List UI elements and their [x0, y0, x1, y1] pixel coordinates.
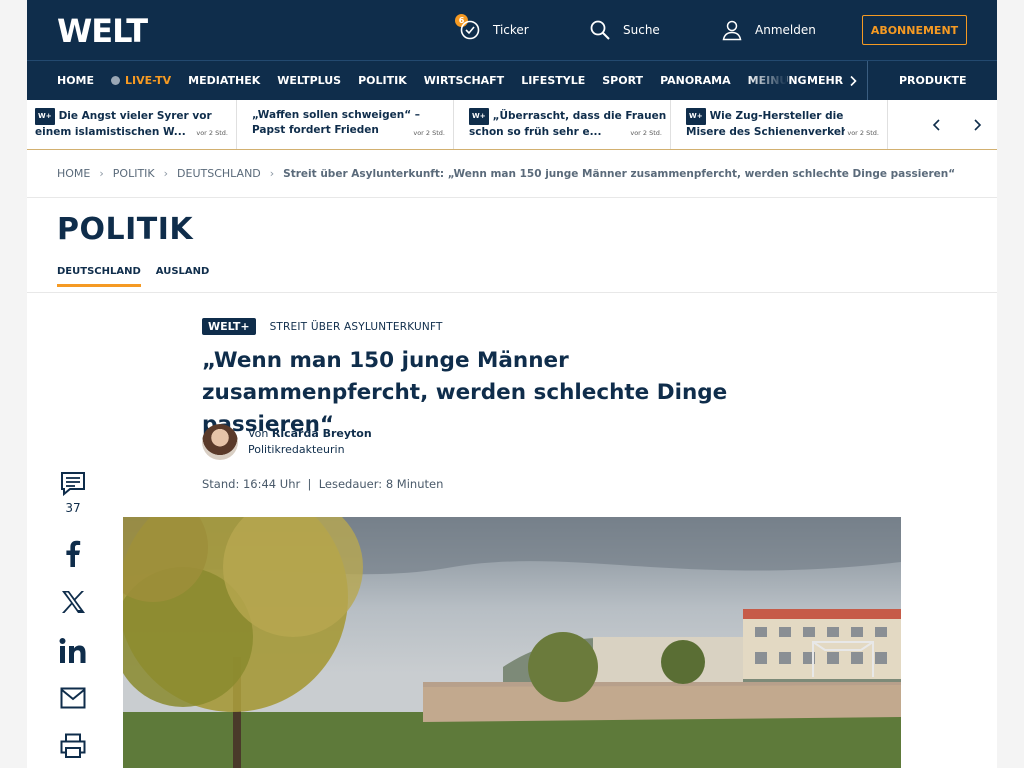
- article-hero-image[interactable]: [123, 517, 901, 768]
- breadcrumb-deutschland[interactable]: DEUTSCHLAND: [177, 167, 261, 180]
- nav-item-sport[interactable]: SPORT: [602, 74, 643, 87]
- top-bar: WELT 6 Ticker Suche Anmelden ABONNEMENT: [27, 0, 997, 60]
- section-header: POLITIK DEUTSCHLAND AUSLAND: [27, 198, 997, 293]
- author-prefix: Von: [248, 427, 269, 440]
- nav-item-wirtschaft[interactable]: WIRTSCHAFT: [424, 74, 504, 87]
- teaser-item[interactable]: W+ „Überrascht, dass die Frauen schon so …: [461, 100, 671, 149]
- x-icon: [62, 591, 85, 613]
- nav-item-home[interactable]: HOME: [57, 74, 94, 87]
- main-nav: HOME LIVE-TV MEDIATHEK WELTPLUS POLITIK …: [27, 60, 997, 100]
- clock-check-icon: [460, 20, 480, 40]
- share-facebook[interactable]: [60, 539, 86, 567]
- author-avatar[interactable]: [202, 424, 238, 460]
- author-role: Politikredakteurin: [248, 443, 345, 456]
- share-linkedin[interactable]: [59, 637, 87, 665]
- chevron-left-icon[interactable]: [930, 118, 944, 132]
- weltplus-badge: WELT+: [202, 318, 256, 335]
- teaser-time: vor 2 Std.: [845, 129, 879, 137]
- comments-button[interactable]: 37: [60, 471, 86, 515]
- teaser-time: vor 2 Std.: [411, 129, 445, 137]
- weltplus-icon: W+: [469, 108, 489, 125]
- search-button[interactable]: Suche: [589, 0, 660, 60]
- section-title: POLITIK: [57, 212, 194, 247]
- ticker-button[interactable]: Ticker: [459, 0, 529, 60]
- print-button[interactable]: [60, 733, 86, 759]
- teaser-title-text: „Waffen sollen schweigen“ – Papst forder…: [252, 109, 421, 136]
- mail-icon: [60, 687, 86, 709]
- nav-more-label: MEHR: [807, 74, 844, 87]
- nav-item-weltplus[interactable]: WELTPLUS: [277, 74, 341, 87]
- page: WELT 6 Ticker Suche Anmelden ABONNEMENT …: [27, 0, 997, 768]
- chevron-right-icon: [850, 75, 857, 86]
- chevron-right-icon: ›: [99, 167, 104, 180]
- nav-item-mediathek[interactable]: MEDIATHEK: [188, 74, 260, 87]
- teaser-item[interactable]: W+ Wie Zug-Hersteller die Misere des Schi…: [678, 100, 888, 149]
- chevron-right-icon[interactable]: [970, 118, 984, 132]
- share-email[interactable]: [60, 687, 86, 709]
- author-text: Von Ricarda Breyton Politikredakteurin: [248, 426, 372, 458]
- teaser-item[interactable]: W+ Die Angst vieler Syrer vor einem islam…: [27, 100, 237, 149]
- author-name[interactable]: Ricarda Breyton: [272, 427, 372, 440]
- chevron-right-icon: ›: [163, 167, 169, 180]
- kicker-text: STREIT ÜBER ASYLUNTERKUNFT: [269, 320, 443, 333]
- article: WELT+ STREIT ÜBER ASYLUNTERKUNFT „Wenn m…: [27, 293, 997, 768]
- ticker-label: Ticker: [493, 23, 529, 37]
- breadcrumb-home[interactable]: HOME: [57, 167, 90, 180]
- hero-photo: [123, 517, 901, 768]
- breadcrumb-politik[interactable]: POLITIK: [113, 167, 155, 180]
- welt-logo[interactable]: WELT: [57, 12, 148, 50]
- live-dot-icon: [111, 76, 121, 85]
- print-icon: [60, 733, 86, 758]
- products-button[interactable]: PRODUKTE: [899, 61, 967, 100]
- share-bar: 37: [53, 471, 93, 768]
- comment-icon: [61, 472, 85, 497]
- tab-ausland[interactable]: AUSLAND: [156, 266, 210, 287]
- teaser-time: vor 2 Std.: [628, 129, 662, 137]
- breadcrumb: HOME › POLITIK › DEUTSCHLAND › Streit üb…: [27, 150, 997, 198]
- user-icon: [722, 20, 742, 41]
- article-meta: Stand: 16:44 Uhr | Lesedauer: 8 Minuten: [202, 477, 444, 491]
- linkedin-icon: [59, 638, 86, 663]
- author-line: Von Ricarda Breyton: [248, 426, 372, 442]
- search-icon: [590, 20, 610, 40]
- comment-count: 37: [65, 501, 81, 515]
- nav-item-panorama[interactable]: PANORAMA: [660, 74, 731, 87]
- breadcrumb-current: Streit über Asylunterkunft: „Wenn man 15…: [283, 167, 956, 180]
- weltplus-icon: W+: [686, 108, 706, 125]
- section-tabs: DEUTSCHLAND AUSLAND: [57, 266, 224, 287]
- teaser-title-text: Die Angst vieler Syrer vor einem islamis…: [35, 110, 212, 138]
- nav-divider: [867, 61, 868, 100]
- teaser-strip: W+ Die Angst vieler Syrer vor einem islam…: [27, 100, 997, 150]
- weltplus-icon: W+: [35, 108, 55, 125]
- teaser-item[interactable]: „Waffen sollen schweigen“ – Papst forder…: [244, 100, 454, 149]
- article-kicker: WELT+ STREIT ÜBER ASYLUNTERKUNFT: [202, 318, 443, 335]
- nav-item-live-tv[interactable]: LIVE-TV: [111, 74, 171, 87]
- teaser-title-text: Wie Zug-Hersteller die Misere des Schien…: [686, 110, 865, 138]
- share-x[interactable]: [60, 589, 86, 615]
- chevron-right-icon: ›: [269, 167, 275, 180]
- subscription-button[interactable]: ABONNEMENT: [862, 15, 967, 45]
- nav-fade: [747, 61, 787, 100]
- author-block: Von Ricarda Breyton Politikredakteurin: [202, 424, 372, 460]
- nav-more-button[interactable]: MEHR: [807, 61, 859, 100]
- teaser-time: vor 2 Std.: [194, 129, 228, 137]
- tab-deutschland[interactable]: DEUTSCHLAND: [57, 266, 141, 287]
- nav-item-lifestyle[interactable]: LIFESTYLE: [521, 74, 585, 87]
- login-button[interactable]: Anmelden: [721, 0, 816, 60]
- facebook-icon: [66, 540, 81, 567]
- nav-item-politik[interactable]: POLITIK: [358, 74, 407, 87]
- login-label: Anmelden: [755, 23, 816, 37]
- search-label: Suche: [623, 23, 660, 37]
- nav-item-live-tv-label: LIVE-TV: [125, 74, 172, 87]
- teaser-arrows: [917, 100, 997, 149]
